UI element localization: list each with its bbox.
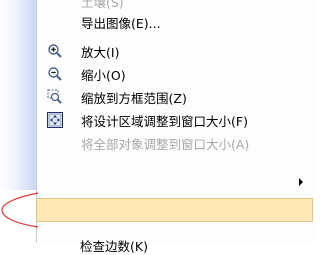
menu-item-check-edges[interactable]: 检查边数(K)	[80, 236, 148, 255]
annotation-ellipse	[1, 192, 39, 228]
